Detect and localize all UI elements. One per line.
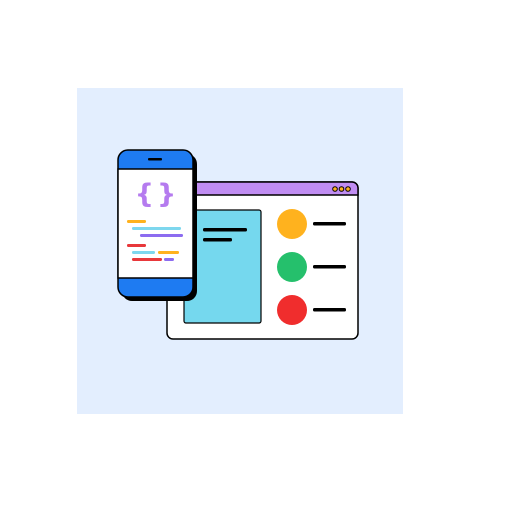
code-line <box>140 234 183 237</box>
code-line <box>132 227 181 230</box>
curly-braces-icon: {} <box>135 179 179 210</box>
code-line <box>164 258 174 261</box>
list-item-line <box>313 222 346 226</box>
phone-speaker <box>148 158 162 161</box>
code-line <box>127 220 146 223</box>
code-line <box>132 251 155 254</box>
status-dot-icon <box>277 252 307 282</box>
list-item-line <box>313 308 346 312</box>
phone: {} <box>117 149 197 301</box>
window-dot-icon <box>345 186 351 192</box>
side-panel-text-line <box>203 228 247 232</box>
status-dot-icon <box>277 209 307 239</box>
code-line <box>158 251 179 254</box>
side-panel-text-line <box>203 238 232 242</box>
code-line <box>132 258 162 261</box>
list-item-line <box>313 265 346 269</box>
window-dot-icon <box>332 186 338 192</box>
developer-illustration: {} <box>117 149 359 340</box>
code-line <box>127 244 146 247</box>
window-dot-icon <box>338 186 345 192</box>
window-dots <box>332 186 351 192</box>
status-dot-icon <box>277 295 307 325</box>
